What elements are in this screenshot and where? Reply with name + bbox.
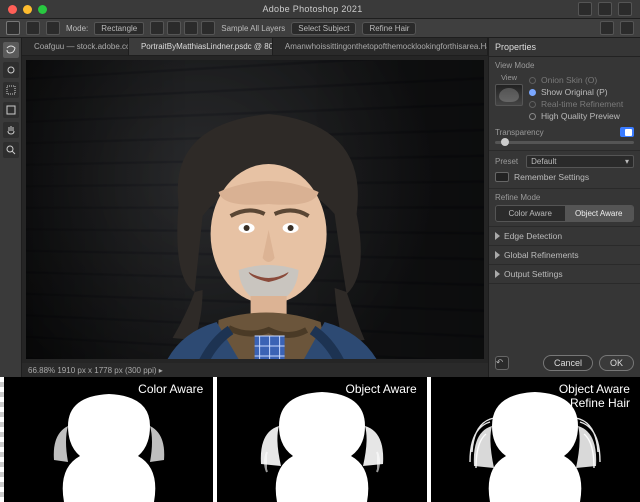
chevron-right-icon — [495, 251, 500, 259]
document-area: Coafguu — stock.adobe.com.psdc PortraitB… — [22, 38, 488, 377]
window-titlebar: Adobe Photoshop 2021 — [0, 0, 640, 18]
quick-select-tool[interactable] — [3, 82, 19, 98]
window-title: Adobe Photoshop 2021 — [53, 4, 572, 14]
lasso-tool[interactable] — [3, 42, 19, 58]
zoom-tool[interactable] — [3, 142, 19, 158]
show-original-radio[interactable] — [529, 89, 536, 96]
traffic-max[interactable] — [38, 5, 47, 14]
document-tab[interactable]: Amanwhoissittingonthetopofthemocklooking… — [273, 38, 488, 55]
intersect-selection-icon[interactable] — [184, 21, 198, 35]
mask-preview-object-aware: Object Aware — [217, 377, 426, 502]
mode-label: Mode: — [66, 24, 88, 33]
preset-section: Preset Default▾ Remember Settings — [489, 151, 640, 189]
mask-preview-color-aware: Color Aware — [4, 377, 213, 502]
seg-color-aware[interactable]: Color Aware — [496, 206, 565, 221]
chevron-right-icon — [495, 270, 500, 278]
properties-panel: Properties View Mode View Onion Skin (O)… — [488, 38, 640, 377]
refine-mode-segment[interactable]: Color Aware Object Aware — [495, 205, 634, 222]
arrange-icon[interactable] — [618, 2, 632, 16]
brush-tool[interactable] — [3, 62, 19, 78]
remember-settings-check[interactable] — [495, 172, 509, 182]
ok-button[interactable]: OK — [599, 355, 634, 371]
refine-hair-button[interactable]: Refine Hair — [362, 22, 416, 35]
options-bar: Mode: Rectangle Sample All Layers Select… — [0, 18, 640, 38]
view-thumbnail[interactable] — [495, 84, 523, 106]
add-to-selection-icon[interactable] — [150, 21, 164, 35]
tool-preset-icon[interactable] — [6, 21, 20, 35]
remember-settings-label: Remember Settings — [514, 172, 589, 182]
brush-settings-icon[interactable] — [46, 21, 60, 35]
select-subject-button[interactable]: Select Subject — [291, 22, 356, 35]
object-select-tool[interactable] — [3, 102, 19, 118]
comparison-strip: Color Aware Object Aware Object Aware+ R… — [0, 377, 640, 502]
view-label: View — [501, 73, 517, 82]
document-tabs: Coafguu — stock.adobe.com.psdc PortraitB… — [22, 38, 488, 56]
hand-tool[interactable] — [3, 122, 19, 138]
document-tab[interactable]: Coafguu — stock.adobe.com.psdc — [22, 38, 129, 55]
overlay-label: Onion Skin (O) — [541, 75, 597, 85]
global-refinements-disclosure[interactable]: Global Refinements — [489, 246, 640, 265]
status-bar: 66.88% 1910 px x 1778 px (300 ppi) ▸ — [22, 363, 488, 377]
main-area: Coafguu — stock.adobe.com.psdc PortraitB… — [0, 38, 640, 377]
chevron-right-icon — [495, 232, 500, 240]
hq-label: High Quality Preview — [541, 111, 620, 121]
canvas[interactable] — [22, 56, 488, 363]
preset-select[interactable]: Default▾ — [526, 155, 634, 168]
invert-selection-icon[interactable] — [201, 21, 215, 35]
share-icon[interactable] — [600, 21, 614, 35]
output-settings-disclosure[interactable]: Output Settings — [489, 265, 640, 284]
view-mode-label: View Mode — [495, 61, 634, 70]
view-mode-section: View Mode View Onion Skin (O) Show Origi… — [489, 57, 640, 151]
cancel-button[interactable]: Cancel — [543, 355, 593, 371]
edge-detection-disclosure[interactable]: Edge Detection — [489, 227, 640, 246]
traffic-close[interactable] — [8, 5, 17, 14]
document-tab[interactable]: PortraitByMatthiasLindner.psdc @ 80.7% (… — [129, 38, 273, 55]
realtime-radio[interactable] — [529, 101, 536, 108]
properties-title: Properties — [489, 38, 640, 57]
overlay-radio[interactable] — [529, 77, 536, 84]
seg-object-aware[interactable]: Object Aware — [565, 206, 634, 221]
sample-all-layers-label[interactable]: Sample All Layers — [221, 24, 285, 33]
transparency-slider[interactable] — [495, 141, 634, 144]
realtime-label: Real-time Refinement — [541, 99, 623, 109]
refine-mode-section: Refine Mode Color Aware Object Aware — [489, 189, 640, 227]
hq-radio[interactable] — [529, 113, 536, 120]
refine-mode-label: Refine Mode — [495, 193, 634, 202]
brush-preset-icon[interactable] — [26, 21, 40, 35]
subject-portrait — [99, 84, 439, 360]
subtract-from-selection-icon[interactable] — [167, 21, 181, 35]
panel-toggle-icon[interactable] — [620, 21, 634, 35]
photo-preview — [26, 60, 484, 359]
refine-tools-strip — [0, 38, 22, 377]
transparency-toggle[interactable] — [620, 127, 634, 137]
search-icon[interactable] — [578, 2, 592, 16]
mask-preview-object-aware-refine: Object Aware+ Refine Hair — [431, 377, 640, 502]
mode-select[interactable]: Rectangle — [94, 22, 144, 35]
transparency-label: Transparency — [495, 128, 544, 137]
tab-label: PortraitByMatthiasLindner.psdc @ 80.7% (… — [141, 42, 273, 51]
properties-footer: ↶ Cancel OK — [489, 349, 640, 377]
show-original-label: Show Original (P) — [541, 87, 608, 97]
preset-label: Preset — [495, 157, 518, 166]
undo-icon[interactable]: ↶ — [495, 356, 509, 370]
tab-label: Amanwhoissittingonthetopofthemocklooking… — [285, 42, 488, 51]
traffic-min[interactable] — [23, 5, 32, 14]
workspace-icon[interactable] — [598, 2, 612, 16]
tab-label: Coafguu — stock.adobe.com.psdc — [34, 42, 129, 51]
